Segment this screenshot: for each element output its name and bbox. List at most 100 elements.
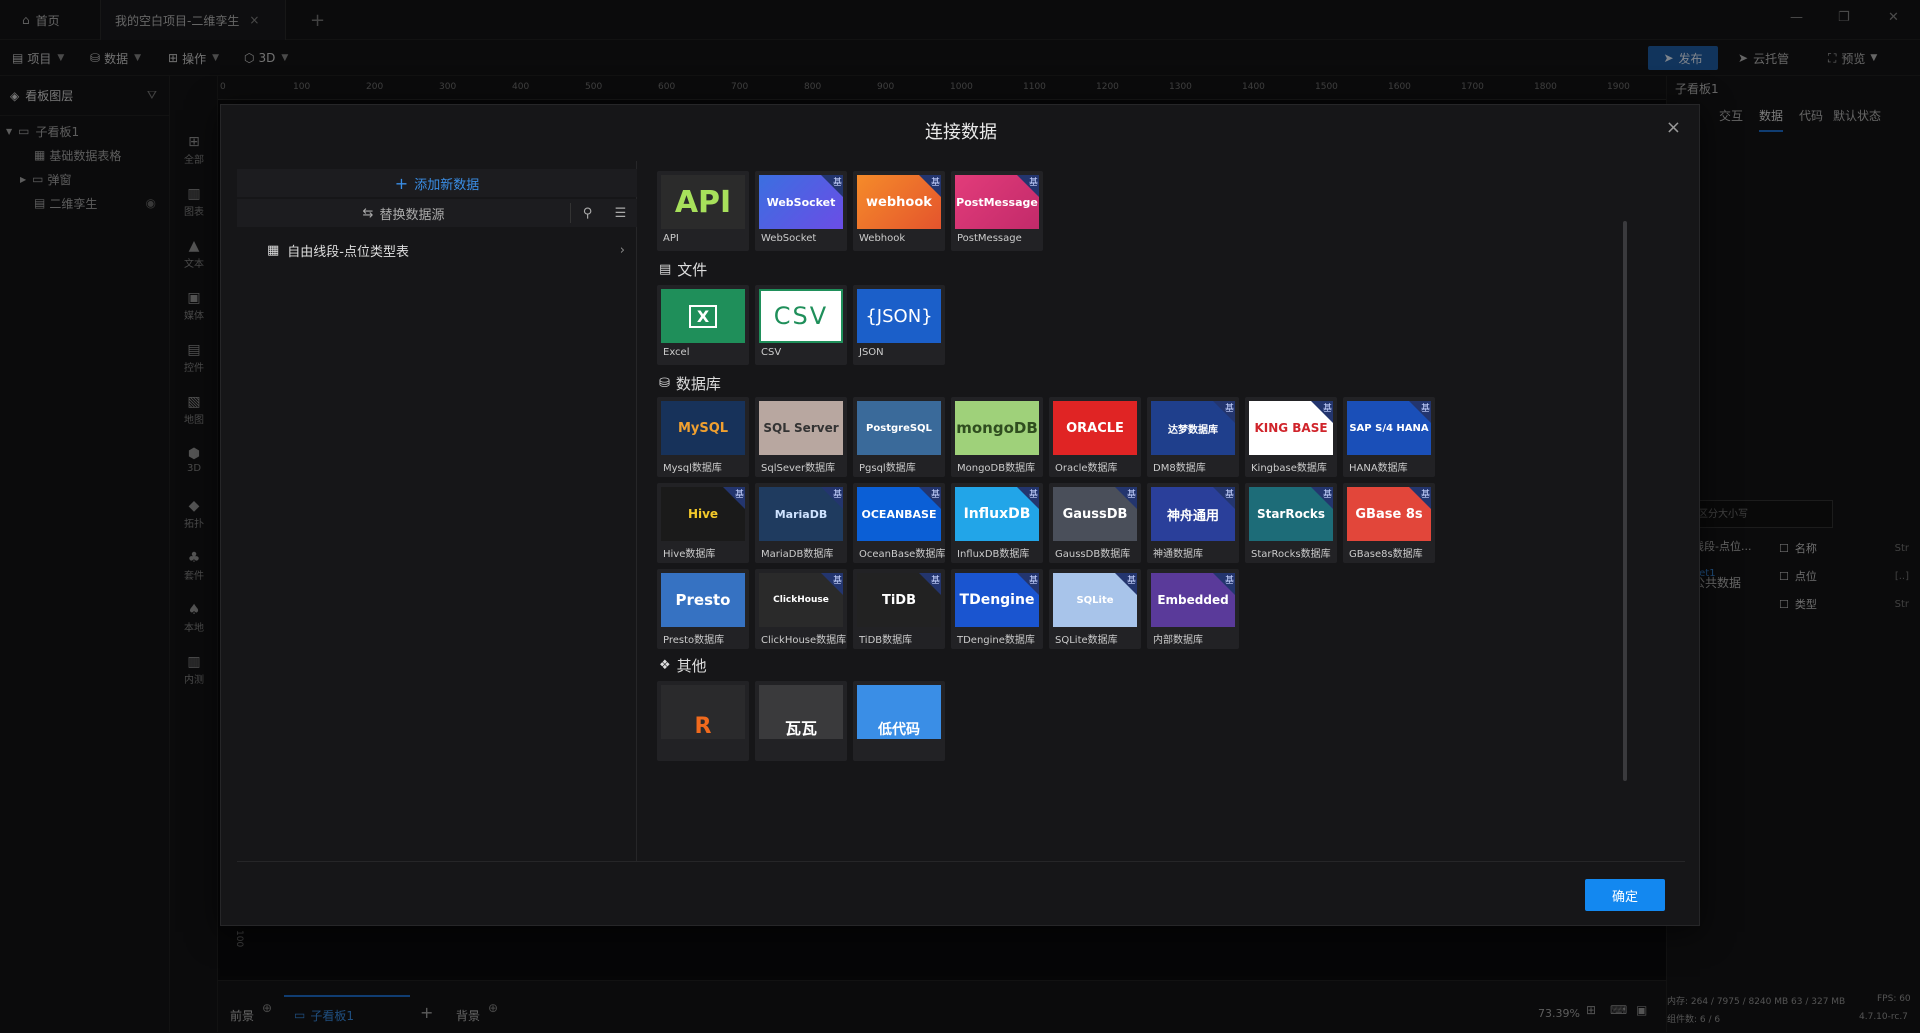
badge-label: 基: [1322, 490, 1332, 500]
card-database[interactable]: GaussDB 基 GaussDB数据库: [1049, 483, 1141, 563]
badge-label: 基: [1420, 404, 1430, 414]
search-icon[interactable]: ⚲: [571, 206, 604, 221]
card-label: API: [663, 233, 679, 244]
premium-badge: 基: [1311, 487, 1333, 509]
close-icon[interactable]: ×: [1666, 117, 1681, 138]
card-database[interactable]: InfluxDB 基 InfluxDB数据库: [951, 483, 1043, 563]
card-label: Excel: [663, 347, 690, 358]
premium-badge: 基: [919, 573, 941, 595]
card-label: ClickHouse数据库: [761, 635, 847, 646]
badge-label: 基: [1028, 490, 1038, 500]
card-database[interactable]: Embedded 基内部数据库: [1147, 569, 1239, 649]
card-api[interactable]: API API: [657, 171, 749, 251]
csv-logo: CSV: [759, 289, 843, 343]
badge-label: 基: [1322, 404, 1332, 414]
card-label: OceanBase数据库: [859, 549, 946, 560]
card-label: 神通数据库: [1153, 549, 1203, 560]
card-csv[interactable]: CSV CSV: [755, 285, 847, 365]
plus-icon: +: [394, 173, 409, 193]
card-database[interactable]: ClickHouse 基 ClickHouse数据库: [755, 569, 847, 649]
add-data-label: 添加新数据: [414, 177, 480, 193]
source-item[interactable]: ▦ 自由线段-点位类型表 ›: [237, 233, 637, 267]
card-json[interactable]: {JSON} JSON: [853, 285, 945, 365]
card-label: Kingbase数据库: [1251, 463, 1327, 474]
card-database[interactable]: MySQL Mysql数据库: [657, 397, 749, 477]
card-database[interactable]: SAP S/4 HANA 基 HANA数据库: [1343, 397, 1435, 477]
premium-badge: 基: [1311, 401, 1333, 423]
other-logo: 瓦瓦: [759, 685, 843, 739]
card-database[interactable]: PostgreSQL Pgsql数据库: [853, 397, 945, 477]
section-file-title: 文件: [677, 261, 708, 279]
add-data-button[interactable]: + 添加新数据: [237, 169, 637, 197]
card-database[interactable]: KING BASE 基 Kingbase数据库: [1245, 397, 1337, 477]
database-logo: MySQL: [661, 401, 745, 455]
database-icon: ⛁: [659, 376, 670, 391]
dialog-title: 连接数据: [925, 122, 997, 143]
card-label: 内部数据库: [1153, 635, 1203, 646]
premium-badge: 基: [1409, 401, 1431, 423]
database-logo: SQL Server: [759, 401, 843, 455]
section-other-title: 其他: [676, 657, 707, 675]
card-label: HANA数据库: [1349, 463, 1408, 474]
card-postmessage[interactable]: PostMessage 基 PostMessage: [951, 171, 1043, 251]
card-database[interactable]: 神舟通用基神通数据库: [1147, 483, 1239, 563]
card-other-1[interactable]: R: [657, 681, 749, 761]
swap-icon: ⇆: [362, 205, 374, 221]
card-label: Webhook: [859, 233, 906, 244]
json-logo: {JSON}: [857, 289, 941, 343]
card-label: TiDB数据库: [859, 635, 913, 646]
card-database[interactable]: Presto Presto数据库: [657, 569, 749, 649]
card-label: GBase8s数据库: [1349, 549, 1423, 560]
card-excel[interactable]: X Excel: [657, 285, 749, 365]
card-database[interactable]: 达梦数据库基 DM8数据库: [1147, 397, 1239, 477]
card-database[interactable]: MariaDB 基 MariaDB数据库: [755, 483, 847, 563]
card-database[interactable]: SQL Server SqlSever数据库: [755, 397, 847, 477]
card-label: Hive数据库: [663, 549, 716, 560]
database-logo: ORACLE: [1053, 401, 1137, 455]
other-logo: R: [661, 685, 745, 739]
database-logo: Presto: [661, 573, 745, 627]
card-database[interactable]: GBase 8s 基 GBase8s数据库: [1343, 483, 1435, 563]
dialog-scrollbar[interactable]: [1623, 221, 1627, 781]
premium-badge: 基: [1017, 487, 1039, 509]
badge-label: 基: [930, 178, 940, 188]
card-database[interactable]: OCEANBASE 基 OceanBase数据库: [853, 483, 945, 563]
section-other: ❖ 其他: [659, 655, 707, 676]
premium-badge: 基: [723, 487, 745, 509]
card-database[interactable]: TDengine 基 TDengine数据库: [951, 569, 1043, 649]
card-database[interactable]: Hive 基 Hive数据库: [657, 483, 749, 563]
card-label: SQLite数据库: [1055, 635, 1118, 646]
card-label: MongoDB数据库: [957, 463, 1036, 474]
card-other-3[interactable]: 低代码: [853, 681, 945, 761]
card-label: Pgsql数据库: [859, 463, 916, 474]
premium-badge: 基: [1017, 573, 1039, 595]
card-database[interactable]: ORACLE Oracle数据库: [1049, 397, 1141, 477]
badge-label: 基: [1028, 576, 1038, 586]
section-file: ▤ 文件: [659, 259, 707, 280]
confirm-button[interactable]: 确定: [1585, 879, 1665, 911]
card-label: StarRocks数据库: [1251, 549, 1331, 560]
card-database[interactable]: TiDB 基 TiDB数据库: [853, 569, 945, 649]
list-icon[interactable]: ☰: [604, 206, 637, 221]
database-logo: PostgreSQL: [857, 401, 941, 455]
premium-badge: 基: [1115, 573, 1137, 595]
swap-source-button[interactable]: ⇆ 替换数据源: [237, 203, 571, 223]
card-webhook[interactable]: webhook 基 Webhook: [853, 171, 945, 251]
source-list-panel: + 添加新数据 ⇆ 替换数据源 ⚲ ☰ ▦ 自由线段-点位类型表 ›: [237, 161, 637, 861]
card-websocket[interactable]: WebSocket 基 WebSocket: [755, 171, 847, 251]
badge-label: 基: [1126, 576, 1136, 586]
card-database[interactable]: StarRocks 基 StarRocks数据库: [1245, 483, 1337, 563]
card-label: MariaDB数据库: [761, 549, 834, 560]
card-label: WebSocket: [761, 233, 817, 244]
card-other-2[interactable]: 瓦瓦: [755, 681, 847, 761]
data-type-grid: API API WebSocket 基 WebSocket webhook 基 …: [641, 161, 1681, 861]
badge-label: 基: [1420, 490, 1430, 500]
chevron-right-icon: ›: [619, 242, 625, 258]
file-icon: ▤: [659, 262, 672, 277]
badge-label: 基: [1224, 490, 1234, 500]
card-database[interactable]: SQLite 基 SQLite数据库: [1049, 569, 1141, 649]
premium-badge: 基: [1213, 401, 1235, 423]
card-label: CSV: [761, 347, 782, 358]
card-database[interactable]: mongoDB MongoDB数据库: [951, 397, 1043, 477]
badge-label: 基: [930, 490, 940, 500]
